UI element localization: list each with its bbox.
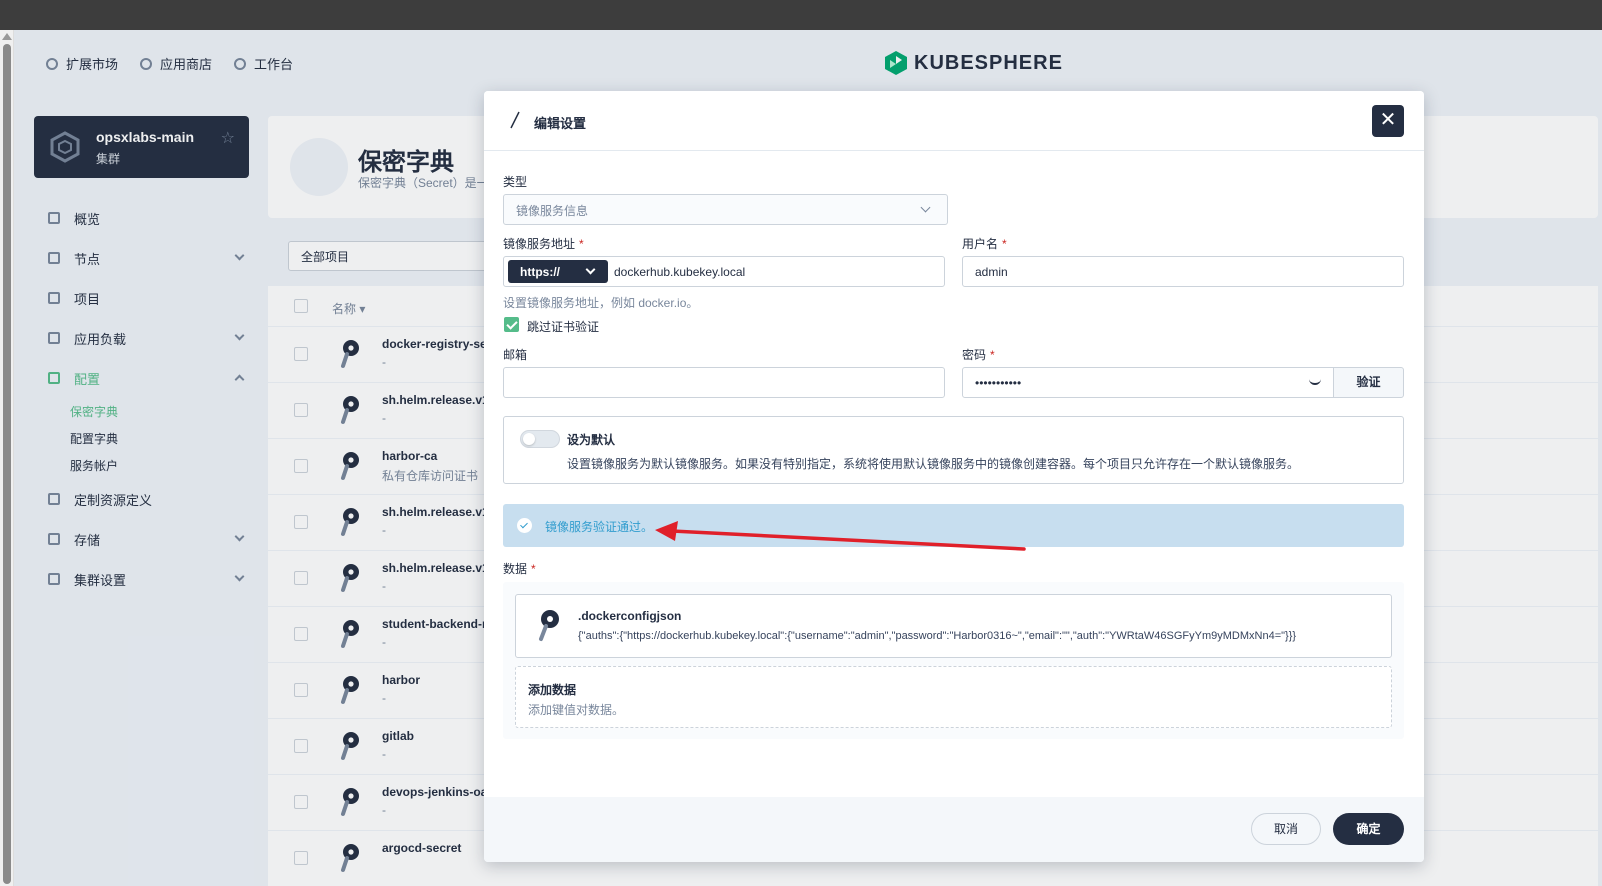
modal-footer: 取消 确定	[484, 797, 1424, 862]
registry-address-value: dockerhub.kubekey.local	[614, 265, 746, 279]
registry-label-text: 镜像服务地址	[503, 237, 576, 251]
key-icon	[539, 610, 559, 641]
toggle-knob	[523, 433, 535, 445]
data-value: {"auths":{"https://dockerhub.kubekey.loc…	[578, 630, 1297, 642]
password-value: •••••••••••	[975, 376, 1022, 390]
registry-address-field[interactable]: https:// dockerhub.kubekey.local	[503, 256, 945, 287]
set-default-toggle[interactable]	[520, 430, 560, 448]
modal-header: 编辑设置 ✕	[484, 91, 1424, 151]
type-label: 类型	[503, 175, 528, 189]
password-label: 密码 *	[962, 346, 995, 363]
required-mark: *	[531, 562, 536, 576]
set-default-title: 设为默认	[567, 433, 616, 447]
data-section: .dockerconfigjson {"auths":{"https://doc…	[503, 582, 1404, 739]
registry-hint: 设置镜像服务地址，例如 docker.io。	[503, 296, 699, 310]
browser-top-bar	[0, 0, 1602, 30]
data-label: 数据 *	[503, 560, 536, 577]
data-label-text: 数据	[503, 562, 528, 576]
chevron-down-icon	[585, 264, 596, 275]
required-mark: *	[1002, 237, 1007, 251]
data-key: .dockerconfigjson	[578, 609, 682, 623]
protocol-value: https://	[520, 265, 560, 279]
confirm-button[interactable]: 确定	[1333, 813, 1404, 845]
protocol-select[interactable]: https://	[508, 260, 608, 283]
edit-settings-modal: 编辑设置 ✕ 类型 镜像服务信息 镜像服务地址 * https:// docker…	[484, 91, 1424, 862]
registry-label: 镜像服务地址 *	[503, 235, 584, 252]
annotation-arrow	[655, 521, 1026, 551]
add-data-title: 添加数据	[528, 683, 577, 697]
skip-tls-checkbox[interactable]	[504, 317, 519, 332]
type-select[interactable]: 镜像服务信息	[503, 194, 948, 225]
cancel-button[interactable]: 取消	[1251, 813, 1321, 845]
verify-button[interactable]: 验证	[1333, 367, 1404, 398]
username-field[interactable]: admin	[962, 256, 1404, 287]
scroll-thumb[interactable]	[3, 44, 11, 884]
add-data-description: 添加键值对数据。	[528, 703, 625, 717]
password-label-text: 密码	[962, 348, 987, 362]
username-label: 用户名 *	[962, 235, 1007, 252]
check-circle-icon	[517, 518, 532, 533]
set-default-description: 设置镜像服务为默认镜像服务。如果没有特别指定，系统将使用默认镜像服务中的镜像创建…	[567, 457, 1300, 471]
modal-title: 编辑设置	[534, 116, 587, 131]
data-item[interactable]: .dockerconfigjson {"auths":{"https://doc…	[515, 594, 1392, 658]
chevron-down-icon	[920, 202, 931, 213]
type-select-value: 镜像服务信息	[516, 204, 589, 218]
required-mark: *	[579, 237, 584, 251]
close-button[interactable]: ✕	[1372, 105, 1404, 137]
pencil-icon	[510, 111, 520, 129]
skip-tls-label[interactable]: 跳过证书验证	[527, 318, 599, 335]
set-default-box: 设为默认 设置镜像服务为默认镜像服务。如果没有特别指定，系统将使用默认镜像服务中…	[503, 416, 1404, 484]
required-mark: *	[990, 348, 995, 362]
modal-body: 类型 镜像服务信息 镜像服务地址 * https:// dockerhub.kub…	[484, 151, 1424, 797]
email-label: 邮箱	[503, 348, 528, 362]
alert-text: 镜像服务验证通过。	[545, 520, 654, 534]
scroll-up-icon[interactable]	[2, 33, 12, 40]
eye-closed-icon[interactable]	[1309, 378, 1321, 385]
add-data-button[interactable]: 添加数据 添加键值对数据。	[515, 666, 1392, 728]
email-field[interactable]	[503, 367, 945, 398]
password-field[interactable]: •••••••••••	[962, 367, 1334, 398]
username-label-text: 用户名	[962, 237, 999, 251]
page-scrollbar[interactable]	[0, 30, 14, 886]
